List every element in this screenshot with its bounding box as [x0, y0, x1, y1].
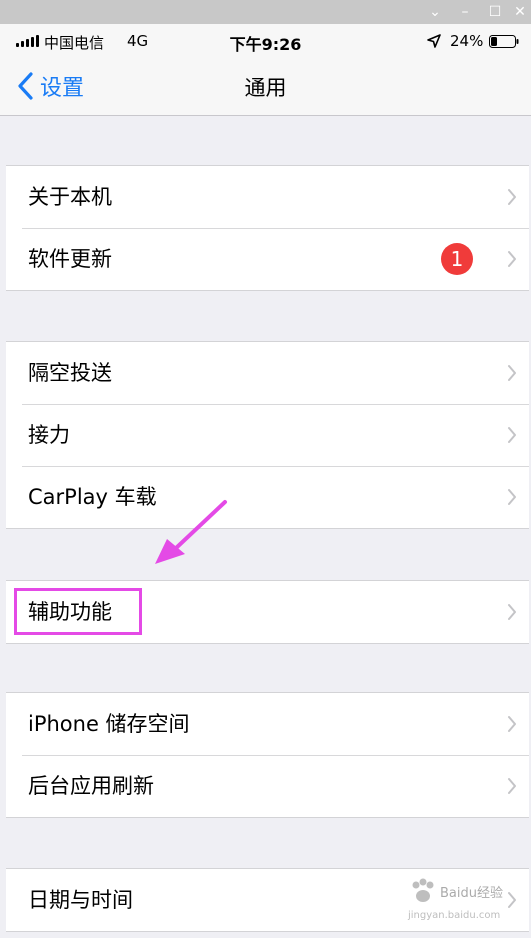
navigation-bar: 设置 通用: [0, 58, 531, 116]
list-item-label: 辅助功能: [28, 600, 112, 624]
battery-icon: [489, 35, 519, 48]
chevron-right-icon: [508, 427, 516, 443]
list-item-label: 接力: [28, 423, 70, 447]
list-item-about[interactable]: 关于本机: [6, 166, 529, 228]
annotation-arrow-icon: [155, 500, 227, 564]
battery-percentage: 24%: [450, 32, 484, 50]
list-item-label: 日期与时间: [28, 888, 133, 912]
chevron-right-icon: [508, 604, 516, 620]
chevron-right-icon: [508, 778, 516, 794]
chevron-right-icon: [508, 489, 516, 505]
list-item-handoff[interactable]: 接力: [6, 404, 529, 466]
list-item-label: 关于本机: [28, 185, 112, 209]
list-item-label: 软件更新: [28, 247, 112, 271]
chevron-down-icon[interactable]: ⌄: [420, 0, 450, 24]
chevron-right-icon: [508, 189, 516, 205]
settings-group-connectivity: 隔空投送 接力 CarPlay 车载: [6, 341, 529, 529]
baidu-watermark: Baidu经验 jingyan.baidu.com: [408, 876, 503, 932]
list-item-label: 后台应用刷新: [28, 774, 154, 798]
list-item-iphone-storage[interactable]: iPhone 储存空间: [6, 693, 529, 755]
watermark-text: Baidu经验: [440, 886, 503, 901]
chevron-right-icon: [508, 365, 516, 381]
chevron-right-icon: [508, 892, 516, 908]
chevron-right-icon: [508, 251, 516, 267]
chevron-right-icon: [508, 716, 516, 732]
list-item-label: CarPlay 车载: [28, 485, 157, 509]
paw-logo-icon: [412, 878, 434, 902]
close-button[interactable]: ✕: [505, 0, 531, 24]
list-item-label: 隔空投送: [28, 361, 112, 385]
settings-group-accessibility: 辅助功能: [6, 580, 529, 644]
page-title: 通用: [244, 76, 287, 100]
list-item-software-update[interactable]: 软件更新 1: [6, 228, 529, 290]
settings-group-about: 关于本机 软件更新 1: [6, 165, 529, 291]
watermark-subtext: jingyan.baidu.com: [408, 910, 501, 921]
notification-badge: 1: [441, 243, 473, 275]
location-arrow-icon: [427, 34, 441, 48]
list-item-label: iPhone 储存空间: [28, 712, 190, 736]
list-item-carplay[interactable]: CarPlay 车载: [6, 466, 529, 528]
settings-group-storage: iPhone 储存空间 后台应用刷新: [6, 692, 529, 818]
list-item-airdrop[interactable]: 隔空投送: [6, 342, 529, 404]
minimize-button[interactable]: –: [450, 0, 480, 24]
list-item-accessibility[interactable]: 辅助功能: [6, 581, 529, 643]
window-chrome: ⌄ – ☐ ✕: [0, 0, 531, 24]
list-item-background-refresh[interactable]: 后台应用刷新: [6, 755, 529, 817]
status-bar: 中国电信 4G 下午9:26 24%: [0, 24, 531, 58]
